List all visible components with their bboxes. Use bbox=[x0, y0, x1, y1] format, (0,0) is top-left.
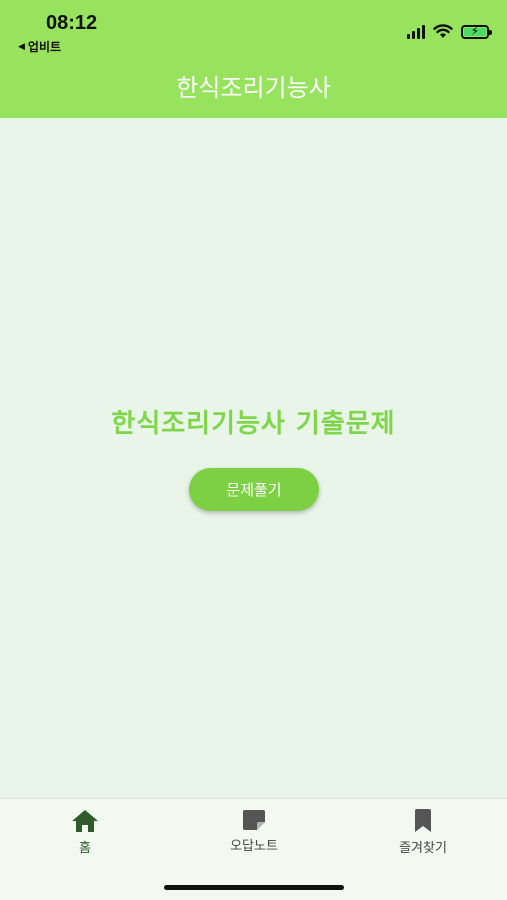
home-indicator[interactable] bbox=[164, 885, 344, 890]
home-icon bbox=[72, 810, 98, 832]
back-to-app-link[interactable]: ◀ 업비트 bbox=[18, 38, 61, 55]
tab-wrong-notes-label: 오답노트 bbox=[230, 839, 278, 854]
tab-home[interactable]: 홈 bbox=[25, 809, 145, 856]
cellular-signal-icon bbox=[407, 24, 425, 39]
tab-favorites-label: 즐겨찾기 bbox=[399, 841, 447, 856]
wifi-icon bbox=[433, 24, 453, 38]
tab-home-label: 홈 bbox=[79, 841, 91, 856]
main-heading: 한식조리기능사 기출문제 bbox=[111, 409, 396, 439]
battery-charging-icon: ⚡ bbox=[461, 24, 492, 39]
bookmark-icon bbox=[415, 809, 431, 832]
note-icon bbox=[243, 810, 265, 830]
back-app-label: 업비트 bbox=[27, 40, 62, 54]
page-title: 한식조리기능사 bbox=[176, 74, 331, 102]
status-icons: ⚡ bbox=[407, 24, 492, 39]
back-triangle-icon: ◀ bbox=[18, 41, 25, 52]
tab-favorites[interactable]: 즐겨찾기 bbox=[363, 809, 483, 856]
start-quiz-button[interactable]: 문제풀기 bbox=[189, 468, 319, 511]
app-header: 08:12 ◀ 업비트 ⚡ 한식조리기능사 bbox=[0, 0, 507, 118]
tab-wrong-notes[interactable]: 오답노트 bbox=[194, 809, 314, 854]
status-time: 08:12 bbox=[46, 12, 98, 34]
